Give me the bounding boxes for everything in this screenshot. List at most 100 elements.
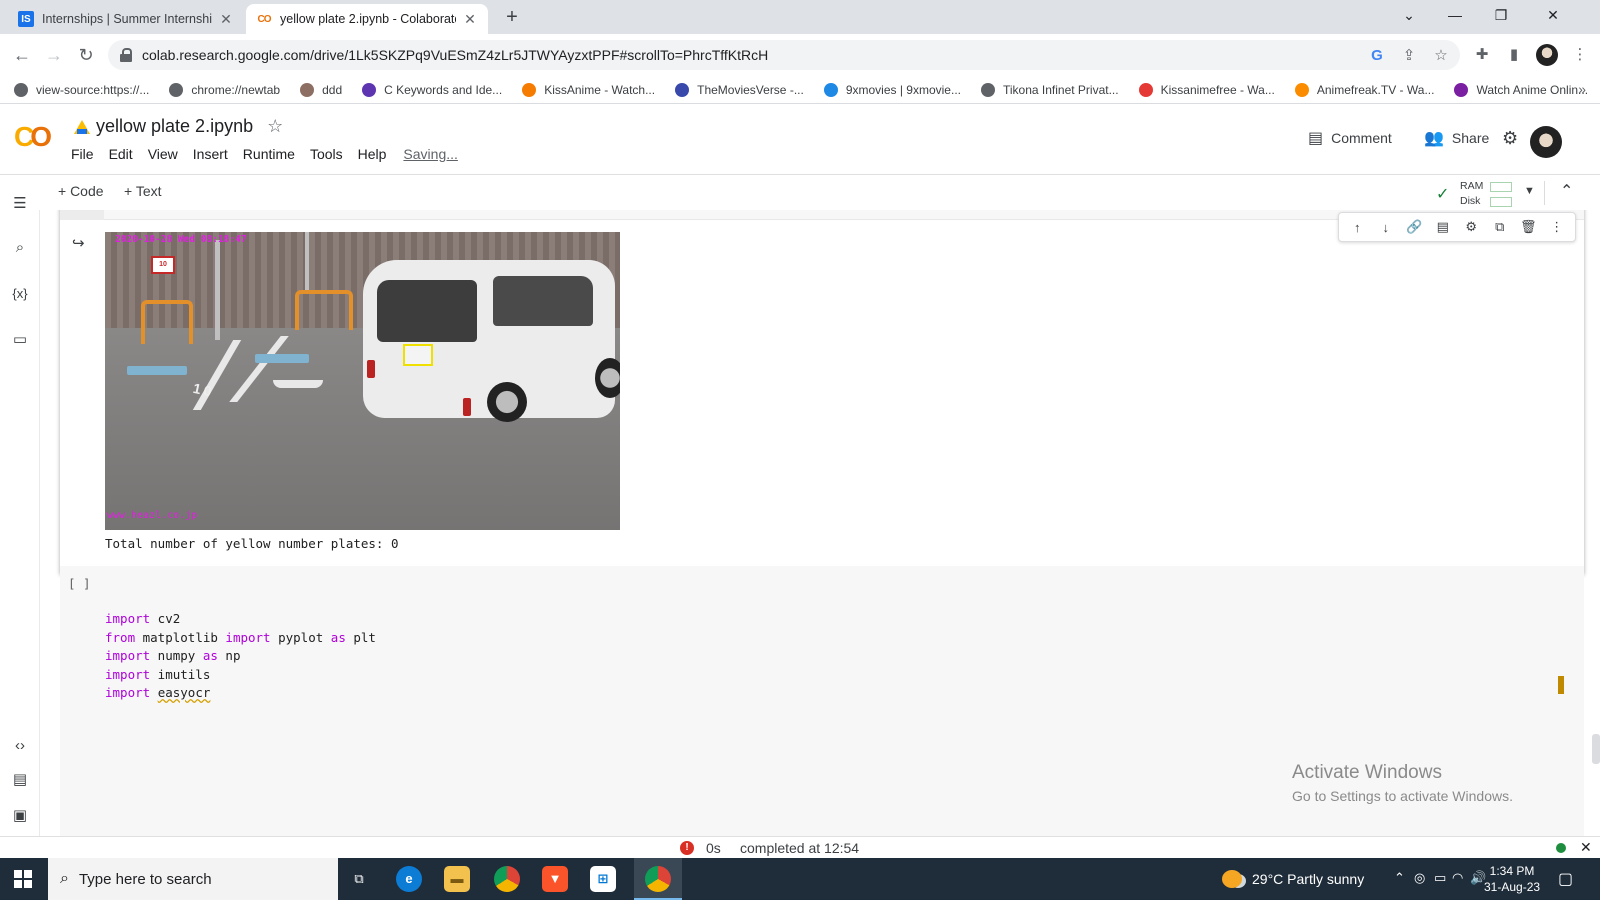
bookmark-item[interactable]: 9xmovies | 9xmovie...: [823, 82, 961, 97]
files-folder-icon[interactable]: ▭: [10, 330, 30, 350]
command-palette-icon[interactable]: ▤: [10, 770, 30, 790]
browser-tab-internships[interactable]: IS Internships | Summer Internship 2 ✕: [8, 4, 244, 34]
brave-browser-icon[interactable]: ▼: [542, 866, 568, 892]
close-icon[interactable]: ✕: [462, 11, 478, 28]
execution-status-text[interactable]: completed at 12:54: [740, 840, 859, 856]
save-status[interactable]: Saving...: [402, 144, 458, 164]
bookmark-star-icon[interactable]: ☆: [1432, 47, 1450, 65]
chrome-icon[interactable]: [494, 866, 520, 892]
minimize-icon[interactable]: —: [1432, 0, 1478, 30]
url-text[interactable]: colab.research.google.com/drive/1Lk5SKZP…: [142, 47, 1460, 63]
bookmark-item[interactable]: Tikona Infinet Privat...: [980, 82, 1119, 97]
google-drive-icon[interactable]: [74, 119, 90, 134]
runtime-dropdown-icon[interactable]: ▼: [1524, 185, 1535, 197]
add-text-cell-button[interactable]: + Text: [124, 183, 162, 199]
bookmark-item[interactable]: KissAnime - Watch...: [522, 82, 655, 97]
code-editor[interactable]: import cv2 from matplotlib import pyplot …: [105, 610, 376, 703]
menu-file[interactable]: File: [70, 144, 95, 164]
star-icon[interactable]: ☆: [267, 116, 283, 137]
bookmark-item[interactable]: Watch Anime Onlin...: [1454, 82, 1589, 97]
bookmark-item[interactable]: TheMoviesVerse -...: [675, 82, 804, 97]
collapse-header-icon[interactable]: ⌃: [1560, 181, 1573, 201]
error-icon[interactable]: !: [680, 841, 694, 855]
chrome-profile-icon[interactable]: [645, 866, 671, 892]
edge-browser-icon[interactable]: e: [396, 866, 422, 892]
terminal-icon[interactable]: ▣: [10, 806, 30, 826]
disk-usage-bar: [1490, 197, 1512, 207]
link-icon[interactable]: 🔗: [1403, 219, 1425, 235]
close-icon[interactable]: ✕: [1580, 839, 1592, 856]
cell-settings-gear-icon[interactable]: ⚙: [1460, 219, 1482, 235]
extensions-puzzle-icon[interactable]: ✚: [1470, 43, 1494, 67]
back-arrow-icon[interactable]: ←: [10, 43, 34, 67]
disk-label: Disk: [1460, 195, 1481, 207]
delete-trash-icon[interactable]: 🗑: [1517, 219, 1539, 235]
code-cell-focused[interactable]: ↑ ↓ 🔗 ▤ ⚙ ⧉ 🗑 ⋮ ↪ 10 10 2020-10-28 Wed 0…: [60, 210, 1584, 574]
table-of-contents-icon[interactable]: ☰: [10, 194, 30, 214]
google-icon[interactable]: G: [1368, 47, 1386, 65]
bookmark-item[interactable]: Kissanimefree - Wa...: [1138, 82, 1275, 97]
colab-logo[interactable]: CO: [14, 122, 54, 152]
execution-duration[interactable]: 0s: [706, 840, 721, 856]
menu-edit[interactable]: Edit: [108, 144, 134, 164]
bookmark-item[interactable]: C Keywords and Ide...: [362, 82, 502, 97]
task-view-icon[interactable]: ⧉: [346, 866, 372, 892]
notebook-scrollbar[interactable]: [1592, 734, 1600, 764]
weather-widget[interactable]: 29°C Partly sunny: [1222, 870, 1364, 888]
move-up-arrow-icon[interactable]: ↑: [1346, 220, 1368, 235]
share-button[interactable]: 👥 Share: [1424, 128, 1489, 148]
chevron-up-icon[interactable]: ⌃: [1394, 870, 1405, 886]
run-cell-button[interactable]: [ ]: [68, 576, 91, 591]
menu-help[interactable]: Help: [357, 144, 388, 164]
settings-gear-icon[interactable]: ⚙: [1502, 128, 1518, 149]
variables-icon[interactable]: {x}: [10, 284, 30, 304]
menu-view[interactable]: View: [147, 144, 179, 164]
code-token: imutils: [150, 666, 211, 682]
windows-start-icon[interactable]: [14, 870, 32, 888]
new-tab-button[interactable]: +: [500, 6, 524, 30]
restore-icon[interactable]: ❐: [1478, 0, 1524, 30]
move-down-arrow-icon[interactable]: ↓: [1375, 220, 1397, 235]
account-avatar[interactable]: [1530, 126, 1562, 158]
wifi-icon[interactable]: ◠: [1452, 870, 1463, 886]
bookmark-item[interactable]: ddd: [300, 82, 342, 97]
taskbar-clock[interactable]: 1:34 PM 31-Aug-23: [1484, 863, 1540, 895]
bookmark-item[interactable]: chrome://newtab: [169, 82, 280, 97]
address-bar[interactable]: colab.research.google.com/drive/1Lk5SKZP…: [108, 40, 1460, 70]
menu-tools[interactable]: Tools: [309, 144, 344, 164]
microsoft-store-icon[interactable]: ⊞: [590, 866, 616, 892]
tab-search-chevron-icon[interactable]: ⌄: [1386, 0, 1432, 30]
menu-runtime[interactable]: Runtime: [242, 144, 296, 164]
notification-icon[interactable]: ▢: [1558, 869, 1573, 889]
add-code-cell-button[interactable]: + Code: [58, 183, 104, 199]
lock-icon[interactable]: [120, 48, 132, 62]
close-icon[interactable]: ✕: [218, 11, 234, 28]
taskbar-search[interactable]: ⌕ Type here to search: [48, 858, 338, 900]
more-vertical-icon[interactable]: ⋮: [1568, 43, 1592, 67]
bookmark-label: Watch Anime Onlin...: [1476, 82, 1589, 97]
file-explorer-icon[interactable]: ▬: [444, 866, 470, 892]
bookmarks-overflow-icon[interactable]: »: [1578, 81, 1586, 97]
browser-tab-colab[interactable]: CO yellow plate 2.ipynb - Colaborato ✕: [246, 4, 488, 34]
kiss-icon: [522, 82, 537, 97]
battery-icon[interactable]: ▭: [1434, 870, 1446, 886]
code-snippets-icon[interactable]: ‹›: [10, 736, 30, 756]
reload-icon[interactable]: ↻: [74, 43, 98, 67]
close-window-icon[interactable]: ✕: [1530, 0, 1576, 30]
more-vertical-icon[interactable]: ⋮: [1546, 219, 1568, 235]
side-panel-icon[interactable]: ▮: [1502, 43, 1526, 67]
search-icon[interactable]: ⌕: [10, 238, 30, 258]
notebook-title[interactable]: yellow plate 2.ipynb: [96, 116, 253, 137]
bookmark-item[interactable]: Animefreak.TV - Wa...: [1294, 82, 1434, 97]
menu-insert[interactable]: Insert: [192, 144, 229, 164]
mirror-cell-icon[interactable]: ⧉: [1489, 219, 1511, 235]
comment-button[interactable]: ▤ Comment: [1308, 128, 1392, 148]
meet-now-icon[interactable]: ◎: [1414, 870, 1425, 886]
forward-arrow-icon[interactable]: →: [42, 43, 66, 67]
output-redirect-icon[interactable]: ↪: [72, 234, 90, 252]
profile-avatar[interactable]: [1536, 44, 1558, 66]
bookmark-item[interactable]: view-source:https://...: [14, 82, 149, 97]
comment-icon[interactable]: ▤: [1432, 219, 1454, 235]
share-page-icon[interactable]: ⇪: [1400, 47, 1418, 65]
resource-monitor[interactable]: ✓ RAM Disk: [1436, 178, 1516, 208]
